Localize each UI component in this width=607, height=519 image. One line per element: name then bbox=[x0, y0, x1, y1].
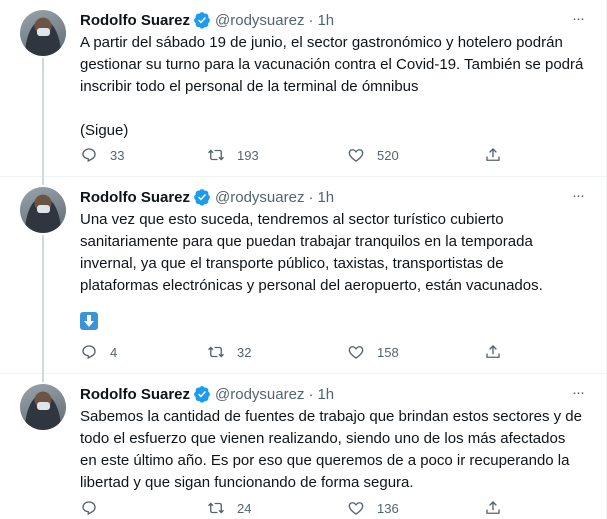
heart-icon bbox=[348, 149, 364, 162]
down-arrow-emoji bbox=[80, 312, 98, 330]
tweet[interactable]: Rodolfo Suarez @rodysuarez · 1h ··· Una … bbox=[0, 177, 606, 374]
like-count: 520 bbox=[377, 147, 399, 163]
share-icon bbox=[486, 501, 500, 514]
reply-button[interactable] bbox=[80, 498, 110, 518]
like-count: 136 bbox=[377, 500, 399, 516]
reply-icon bbox=[82, 148, 96, 163]
like-button[interactable]: 520 bbox=[347, 145, 399, 165]
timestamp[interactable]: 1h bbox=[317, 386, 334, 403]
heart-icon bbox=[348, 502, 364, 515]
timestamp[interactable]: 1h bbox=[317, 12, 334, 29]
heart-icon bbox=[348, 346, 364, 359]
reply-count: 4 bbox=[110, 344, 118, 360]
author-name[interactable]: Rodolfo Suarez bbox=[80, 189, 190, 206]
like-count: 158 bbox=[377, 344, 399, 360]
retweet-icon bbox=[208, 346, 224, 358]
like-button[interactable]: 136 bbox=[347, 498, 399, 518]
thread-line bbox=[42, 374, 44, 382]
author-handle[interactable]: @rodysuarez bbox=[215, 386, 304, 403]
author-handle[interactable]: @rodysuarez bbox=[215, 12, 304, 29]
tweet-text: Una vez que esto suceda, tendremos al se… bbox=[80, 211, 543, 294]
separator-dot: · bbox=[308, 385, 314, 403]
timeline: Rodolfo Suarez @rodysuarez · 1h ··· A pa… bbox=[0, 0, 607, 519]
reply-icon bbox=[82, 345, 96, 360]
verified-badge-icon bbox=[194, 12, 210, 29]
tweet[interactable]: Rodolfo Suarez @rodysuarez · 1h ··· Sabe… bbox=[0, 374, 606, 519]
retweet-button[interactable]: 24 bbox=[207, 498, 251, 518]
reply-icon bbox=[82, 501, 96, 516]
tweet-text: A partir del sábado 19 de junio, el sect… bbox=[80, 34, 584, 139]
avatar[interactable] bbox=[20, 187, 66, 233]
verified-badge-icon bbox=[194, 386, 210, 403]
like-button[interactable]: 158 bbox=[347, 342, 399, 362]
thread-line bbox=[42, 177, 44, 185]
share-button[interactable] bbox=[484, 145, 502, 165]
retweet-count: 24 bbox=[237, 500, 252, 516]
author-name[interactable]: Rodolfo Suarez bbox=[80, 386, 190, 403]
thread-line bbox=[42, 235, 44, 374]
retweet-count: 193 bbox=[237, 147, 259, 163]
share-button[interactable] bbox=[484, 498, 502, 518]
retweet-icon bbox=[208, 149, 224, 161]
thread-line bbox=[42, 58, 44, 177]
avatar[interactable] bbox=[20, 10, 66, 56]
more-options-icon[interactable]: ··· bbox=[568, 187, 588, 207]
more-options-icon[interactable]: ··· bbox=[568, 10, 588, 30]
separator-dot: · bbox=[308, 11, 314, 29]
author-name[interactable]: Rodolfo Suarez bbox=[80, 12, 190, 29]
avatar[interactable] bbox=[20, 384, 66, 430]
timestamp[interactable]: 1h bbox=[317, 189, 334, 206]
tweet-text: Sabemos la cantidad de fuentes de trabaj… bbox=[80, 408, 587, 491]
tweet[interactable]: Rodolfo Suarez @rodysuarez · 1h ··· A pa… bbox=[0, 0, 606, 177]
more-options-icon[interactable]: ··· bbox=[568, 384, 588, 404]
reply-count: 33 bbox=[110, 147, 125, 163]
reply-button[interactable]: 4 bbox=[80, 342, 117, 362]
verified-badge-icon bbox=[194, 189, 210, 206]
reply-button[interactable]: 33 bbox=[80, 145, 124, 165]
share-icon bbox=[486, 148, 500, 161]
author-handle[interactable]: @rodysuarez bbox=[215, 189, 304, 206]
share-button[interactable] bbox=[484, 342, 502, 362]
retweet-button[interactable]: 193 bbox=[207, 145, 259, 165]
retweet-icon bbox=[208, 502, 224, 514]
retweet-count: 32 bbox=[237, 344, 252, 360]
separator-dot: · bbox=[308, 188, 314, 206]
share-icon bbox=[486, 345, 500, 358]
retweet-button[interactable]: 32 bbox=[207, 342, 251, 362]
